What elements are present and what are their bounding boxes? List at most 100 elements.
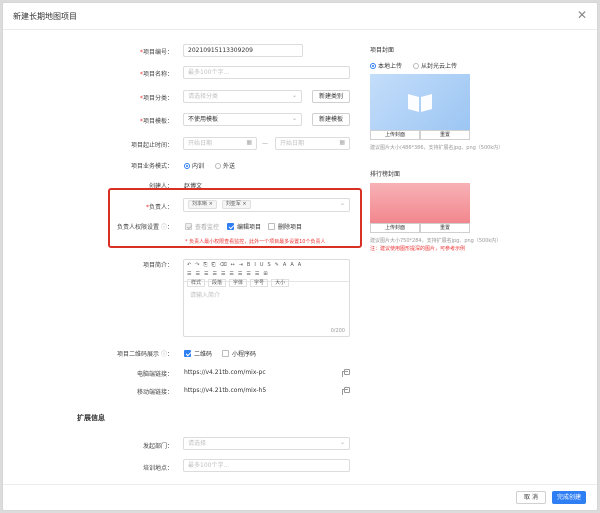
qr-label: 项目二维码展示 ⓘ： (117, 351, 173, 358)
toolbar-button[interactable]: ↷ (195, 261, 199, 270)
toolbar-button[interactable]: A (298, 261, 301, 270)
toolbar-button[interactable]: A (283, 261, 286, 270)
checkbox-checked-icon (184, 350, 191, 357)
toolbar-button[interactable]: ☰ (187, 270, 191, 279)
checkbox-checked-icon (227, 223, 234, 230)
intro-textarea[interactable]: 请输入简介 (190, 290, 220, 299)
toolbar-button[interactable]: 字体 (229, 279, 248, 287)
new-category-button[interactable]: 新建类别 (312, 90, 350, 103)
toolbar-row: ☰ ☰ ☰ ☰ ☰ ☰ ☰ ☰ ☰ ⊞ (187, 270, 346, 279)
rank-cover-note: 注：建议使用图形提深的图片，可参考示例 (370, 246, 466, 252)
help-icon[interactable]: ⓘ (161, 351, 167, 358)
footer-divider (3, 484, 597, 485)
toolbar-button[interactable]: ☰ (238, 270, 242, 279)
toolbar-button[interactable]: ☰ (212, 270, 216, 279)
book-icon (408, 94, 432, 112)
upload-cover-button[interactable]: 上传封面 (370, 130, 420, 140)
location-input[interactable]: 最多100个字... (183, 459, 350, 472)
toolbar-button[interactable]: ↔ (231, 261, 235, 270)
upload-rank-cover-button[interactable]: 上传封面 (370, 223, 420, 233)
project-no-label: *项目编号： (139, 49, 173, 56)
extend-section-title: 扩展信息 (77, 414, 105, 422)
owner-select[interactable]: 刘本晰 × 刘亚军 × ⌄ (183, 198, 350, 212)
close-icon[interactable]: × (209, 201, 213, 207)
toolbar-button[interactable]: ⎗ (211, 261, 215, 270)
toolbar-button[interactable]: ✎ (275, 261, 279, 270)
toolbar-button[interactable]: ☰ (229, 270, 233, 279)
reset-rank-cover-button[interactable]: 重置 (420, 223, 470, 233)
rank-cover-title: 排行榜封面 (370, 171, 401, 178)
calendar-icon: ▦ (246, 139, 252, 146)
dialog-title: 新建长期地图项目 (13, 12, 77, 21)
toolbar-button[interactable]: ☰ (221, 270, 225, 279)
toolbar-button[interactable]: ☰ (255, 270, 259, 279)
help-icon[interactable]: ⓘ (161, 224, 167, 231)
mode-internal-radio[interactable]: 内训 (184, 161, 204, 170)
submit-button[interactable]: 完成创建 (552, 491, 586, 504)
perm-label: 负责人权限设置 ⓘ： (117, 224, 173, 231)
radio-checked-icon (370, 63, 376, 69)
toolbar-button[interactable]: B (247, 261, 250, 270)
checkbox-disabled-icon (185, 223, 192, 230)
toolbar-button[interactable]: ☰ (246, 270, 250, 279)
date-range-label: 项目起止时间： (130, 142, 173, 149)
toolbar-button[interactable]: ⎘ (203, 261, 207, 270)
cancel-button[interactable]: 取 消 (516, 491, 546, 504)
start-date-input[interactable]: 开始日期 ▦ (183, 137, 257, 150)
toolbar-button[interactable]: I (254, 261, 255, 270)
pc-link-label: 电脑端链接： (136, 371, 173, 378)
rank-cover-hint: 建议图片大小750*284，支持扩展名jpg、png（500k内） (370, 238, 502, 244)
copy-icon[interactable] (342, 369, 350, 377)
mobile-link-label: 移动端链接： (136, 389, 173, 396)
mode-external-radio[interactable]: 外送 (215, 161, 235, 170)
close-icon[interactable]: ✕ (577, 8, 587, 22)
dept-select[interactable]: 请选择 ⌄ (183, 437, 350, 450)
toolbar-button[interactable]: 字号 (250, 279, 269, 287)
checkbox-unchecked-icon (222, 350, 229, 357)
end-date-input[interactable]: 开始日期 ▦ (275, 137, 350, 150)
close-icon[interactable]: × (242, 201, 246, 207)
toolbar-button[interactable]: 段落 (208, 279, 227, 287)
mini-program-checkbox[interactable]: 小程序码 (222, 349, 256, 358)
category-select[interactable]: 请选择分类 ⌄ (183, 90, 302, 103)
template-label: *项目模板： (139, 118, 173, 125)
project-name-input[interactable]: 最多100个字... (183, 66, 350, 79)
perm-edit-checkbox[interactable]: 编辑项目 (227, 222, 261, 231)
owner-label: *负责人： (145, 204, 173, 211)
reset-cover-button[interactable]: 重置 (420, 130, 470, 140)
intro-editor: ↶ ↷ ⎘ ⎗ ⌫ ↔ ⇥ B I U S ✎ A A A ☰ ☰ ☰ ☰ ☰ ☰ ☰ ☰ ☰ ⊞ 样式 段落 字体 字号 大小 请输入简… (183, 259, 350, 337)
radio-checked-icon (184, 163, 190, 169)
toolbar-button[interactable]: ↶ (187, 261, 191, 270)
toolbar-button[interactable]: 样式 (187, 279, 206, 287)
owner-tag[interactable]: 刘亚军 × (221, 200, 251, 209)
radio-unchecked-icon (413, 63, 419, 69)
toolbar-button[interactable]: 大小 (271, 279, 290, 287)
toolbar-button[interactable]: ⌫ (219, 261, 226, 270)
qr-code-checkbox[interactable]: 二维码 (184, 349, 212, 358)
toolbar-button[interactable]: ☰ (195, 270, 199, 279)
pc-link-value[interactable]: https://v4.21tb.com/mix-pc (184, 369, 266, 376)
toolbar-button[interactable]: ⊞ (263, 270, 267, 279)
toolbar-button[interactable]: ☰ (204, 270, 208, 279)
dept-label: 发起部门： (142, 443, 173, 450)
template-select[interactable]: 不使用模板 ⌄ (183, 113, 302, 126)
toolbar-button[interactable]: U (260, 261, 264, 270)
project-no-input[interactable]: 20210915113309209 (183, 44, 303, 57)
copy-icon[interactable] (342, 387, 350, 395)
chevron-down-icon: ⌄ (339, 439, 345, 446)
location-label: 培训地点： (142, 465, 173, 472)
category-label: *项目分类： (139, 95, 173, 102)
toolbar-button[interactable]: S (268, 261, 271, 270)
owner-tag[interactable]: 刘本晰 × (188, 200, 217, 209)
upload-gallery-radio[interactable]: 从封光云上传 (413, 61, 457, 70)
new-project-dialog: 新建长期地图项目 ✕ *项目编号： 20210915113309209 *项目名… (2, 2, 598, 511)
toolbar-button[interactable]: ⇥ (239, 261, 243, 270)
checkbox-unchecked-icon (268, 223, 275, 230)
mobile-link-value[interactable]: https://v4.21tb.com/mix-h5 (184, 387, 266, 394)
upload-local-radio[interactable]: 本地上传 (370, 61, 402, 70)
perm-delete-checkbox[interactable]: 删除项目 (268, 222, 302, 231)
toolbar-button[interactable]: A (290, 261, 293, 270)
dialog-header: 新建长期地图项目 ✕ (3, 3, 597, 30)
chevron-down-icon: ⌄ (339, 200, 345, 207)
new-template-button[interactable]: 新建模板 (312, 113, 350, 126)
